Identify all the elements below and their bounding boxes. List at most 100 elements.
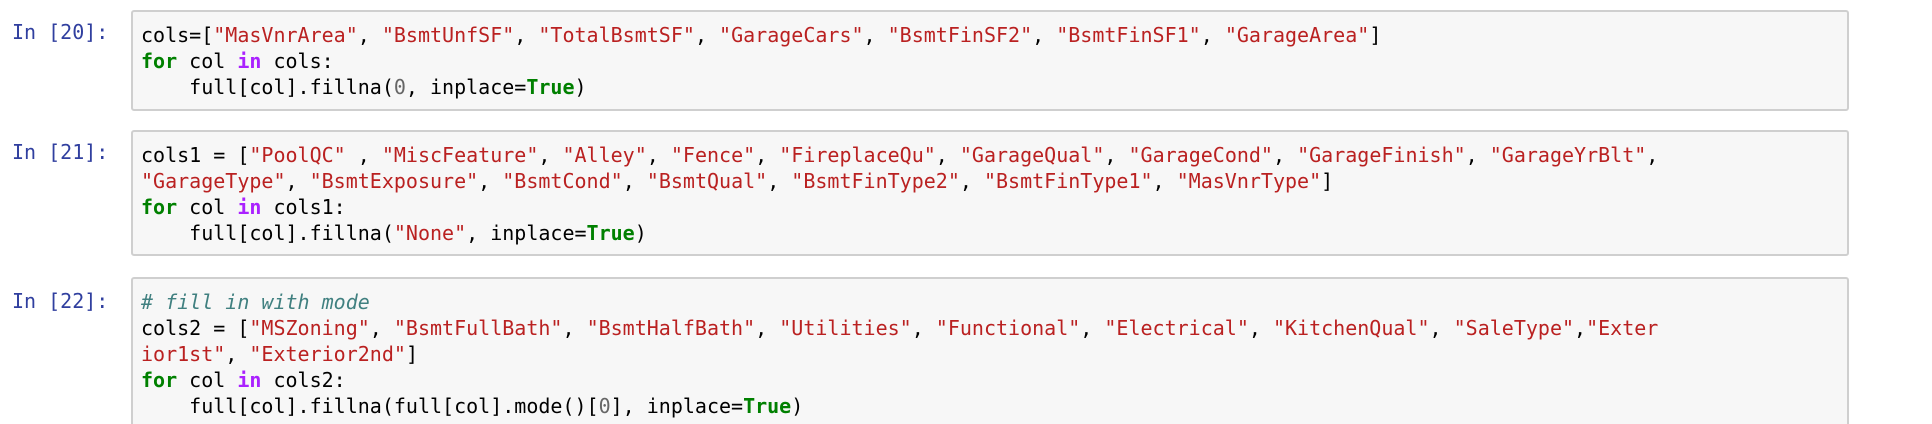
code-text: , — [1032, 23, 1057, 47]
input-prompt: In [20]: — [12, 20, 109, 44]
code-text: , — [369, 316, 394, 340]
code-text: full[col].fillna( — [141, 221, 394, 245]
code-text: , — [911, 316, 936, 340]
notebook: In [20]: cols=["MasVnrArea", "BsmtUnfSF"… — [0, 0, 1932, 424]
code-text: , — [694, 23, 720, 47]
string-token: "MSZoning" — [249, 316, 370, 340]
code-text: col — [177, 195, 238, 219]
code-text: , — [345, 143, 382, 167]
code-text: ] — [1321, 169, 1334, 193]
code-text: , — [1272, 143, 1298, 167]
keyword-token: True — [743, 394, 792, 418]
keyword-token: for — [141, 368, 178, 392]
code-text: , — [478, 169, 503, 193]
string-token: "KitchenQual" — [1272, 316, 1430, 340]
code-text: full[col].fillna( — [141, 75, 394, 99]
string-token: "BsmtFinSF2" — [887, 23, 1033, 47]
code-text: cols1: — [261, 195, 346, 219]
string-token: "GarageType" — [141, 169, 286, 193]
string-token: "GarageFinish" — [1297, 143, 1466, 167]
string-token: "Exterior2nd" — [249, 342, 406, 366]
code-text: , — [1248, 316, 1273, 340]
code-block: cols1 = ["PoolQC" , "MiscFeature", "Alle… — [141, 142, 1839, 246]
string-token: "BsmtHalfBath" — [586, 316, 756, 340]
string-token: "BsmtCond" — [502, 169, 623, 193]
operator-token: in — [237, 195, 262, 219]
number-token: 0 — [393, 75, 406, 99]
string-token: "Fence" — [670, 143, 756, 167]
string-token: "Utilities" — [779, 316, 912, 340]
string-token: "PoolQC" — [249, 143, 346, 167]
code-line: for col in cols2: — [141, 367, 1839, 393]
string-token: "BsmtFullBath" — [393, 316, 563, 340]
code-text: cols2: — [261, 368, 346, 392]
code-text: , — [755, 316, 780, 340]
code-line: cols=["MasVnrArea", "BsmtUnfSF", "TotalB… — [141, 22, 1839, 48]
string-token: "Electrical" — [1104, 316, 1249, 340]
string-token: "BsmtExposure" — [309, 169, 479, 193]
string-token: "MasVnrType" — [1176, 169, 1322, 193]
code-text: ] — [1369, 23, 1382, 47]
code-line: full[col].fillna(full[col].mode()[0], in… — [141, 393, 1839, 419]
code-text: , — [285, 169, 310, 193]
comment-token: # fill in with mode — [141, 290, 370, 314]
code-editor[interactable]: cols1 = ["PoolQC" , "MiscFeature", "Alle… — [131, 130, 1849, 256]
string-token: "Functional" — [935, 316, 1081, 340]
input-prompt: In [22]: — [12, 289, 109, 313]
string-token: "BsmtFinType1" — [983, 169, 1153, 193]
code-text: cols1 = [ — [141, 143, 250, 167]
string-token: "SaleType" — [1453, 316, 1575, 340]
code-text: , — [1465, 143, 1490, 167]
string-token: "FireplaceQu" — [779, 143, 936, 167]
code-line: full[col].fillna(0, inplace=True) — [141, 74, 1839, 100]
keyword-token: True — [586, 221, 635, 245]
string-token: "GarageQual" — [959, 143, 1105, 167]
code-text: , inplace= — [405, 75, 527, 99]
code-text: , — [622, 169, 647, 193]
keyword-token: for — [141, 49, 178, 73]
code-text: col — [177, 368, 238, 392]
code-text: , — [562, 316, 587, 340]
code-text: , — [767, 169, 792, 193]
operator-token: in — [237, 49, 262, 73]
code-text: , — [959, 169, 984, 193]
code-line: cols2 = ["MSZoning", "BsmtFullBath", "Bs… — [141, 315, 1839, 341]
code-text: , — [1646, 143, 1659, 167]
code-line: full[col].fillna("None", inplace=True) — [141, 220, 1839, 246]
keyword-token: for — [141, 195, 178, 219]
code-editor[interactable]: cols=["MasVnrArea", "BsmtUnfSF", "TotalB… — [131, 10, 1849, 111]
string-token: "GarageCars" — [719, 23, 864, 47]
code-text: full[col].fillna(full[col].mode()[ — [141, 394, 599, 418]
code-text: ], inplace= — [610, 394, 744, 418]
code-text: cols2 = [ — [141, 316, 250, 340]
code-line: ior1st", "Exterior2nd"] — [141, 341, 1839, 367]
string-token: "GarageCond" — [1128, 143, 1273, 167]
code-line: cols1 = ["PoolQC" , "MiscFeature", "Alle… — [141, 142, 1839, 168]
code-text: , — [755, 143, 780, 167]
code-text: col — [177, 49, 238, 73]
code-block: cols=["MasVnrArea", "BsmtUnfSF", "TotalB… — [141, 22, 1839, 100]
code-block: # fill in with mode cols2 = ["MSZoning", … — [141, 289, 1839, 419]
code-text: , — [1429, 316, 1454, 340]
code-text: , — [935, 143, 960, 167]
string-token: ior1st" — [141, 342, 226, 366]
code-text: , — [538, 143, 563, 167]
code-text: cols: — [261, 49, 334, 73]
code-text: , inplace= — [466, 221, 587, 245]
code-text: , — [1104, 143, 1129, 167]
code-editor[interactable]: # fill in with mode cols2 = ["MSZoning", … — [131, 277, 1849, 424]
code-text: , — [1080, 316, 1105, 340]
code-text: , — [1152, 169, 1177, 193]
code-text: , — [1574, 316, 1587, 340]
code-line: for col in cols1: — [141, 194, 1839, 220]
code-line: # fill in with mode — [141, 289, 1839, 315]
code-text: ) — [634, 221, 647, 245]
code-text: , — [646, 143, 671, 167]
code-text: ) — [574, 75, 587, 99]
code-text: , — [357, 23, 382, 47]
string-token: "None" — [393, 221, 467, 245]
string-token: "MiscFeature" — [381, 143, 539, 167]
input-prompt: In [21]: — [12, 140, 109, 164]
code-text: , — [514, 23, 539, 47]
code-text: cols=[ — [141, 23, 214, 47]
